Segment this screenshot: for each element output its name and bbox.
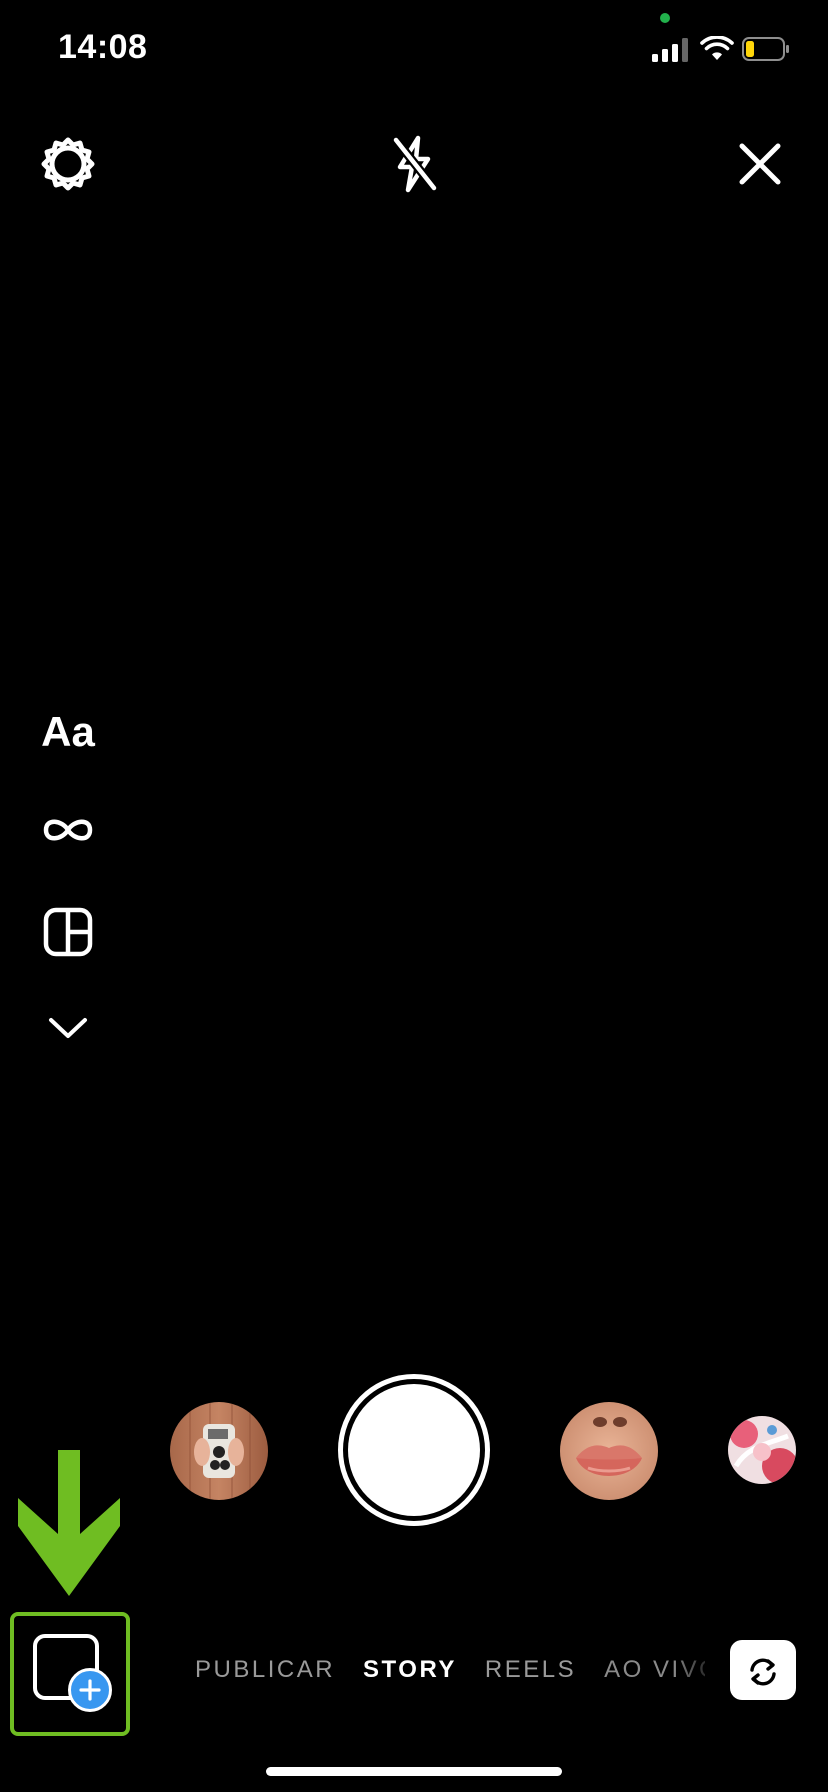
mode-tab-publicar[interactable]: PUBLICAR — [195, 1656, 335, 1684]
text-tool-label: Aa — [41, 708, 95, 755]
settings-gear-icon[interactable] — [36, 132, 100, 196]
flash-off-icon[interactable] — [382, 132, 446, 196]
chevron-down-icon[interactable] — [36, 1010, 100, 1046]
home-indicator[interactable] — [266, 1767, 562, 1776]
boomerang-infinity-icon[interactable] — [36, 808, 100, 852]
add-plus-icon — [68, 1668, 112, 1712]
wifi-icon — [700, 36, 734, 60]
privacy-indicator-dot — [660, 13, 670, 23]
battery-icon — [742, 37, 789, 61]
layout-grid-icon[interactable] — [36, 906, 100, 958]
status-time: 14:08 — [58, 28, 148, 66]
effect-thumbnail-camera[interactable] — [170, 1402, 268, 1500]
mode-tab-reels[interactable]: REELS — [485, 1656, 576, 1684]
create-text-tool[interactable]: Aa — [36, 704, 100, 760]
annotation-arrow-down — [18, 1450, 120, 1596]
flip-camera-icon[interactable] — [730, 1640, 796, 1700]
mode-tab-ao-vivo[interactable]: AO VIVO — [604, 1656, 705, 1684]
effect-thumbnail-lips[interactable] — [560, 1402, 658, 1500]
cellular-signal-icon — [652, 38, 690, 62]
close-icon[interactable] — [728, 132, 792, 196]
mode-tab-story[interactable]: STORY — [363, 1656, 457, 1684]
shutter-button[interactable] — [348, 1384, 480, 1516]
mode-selector: PUBLICAR STORY REELS AO VIVO — [195, 1650, 705, 1690]
effect-thumbnail-character[interactable] — [728, 1416, 796, 1484]
